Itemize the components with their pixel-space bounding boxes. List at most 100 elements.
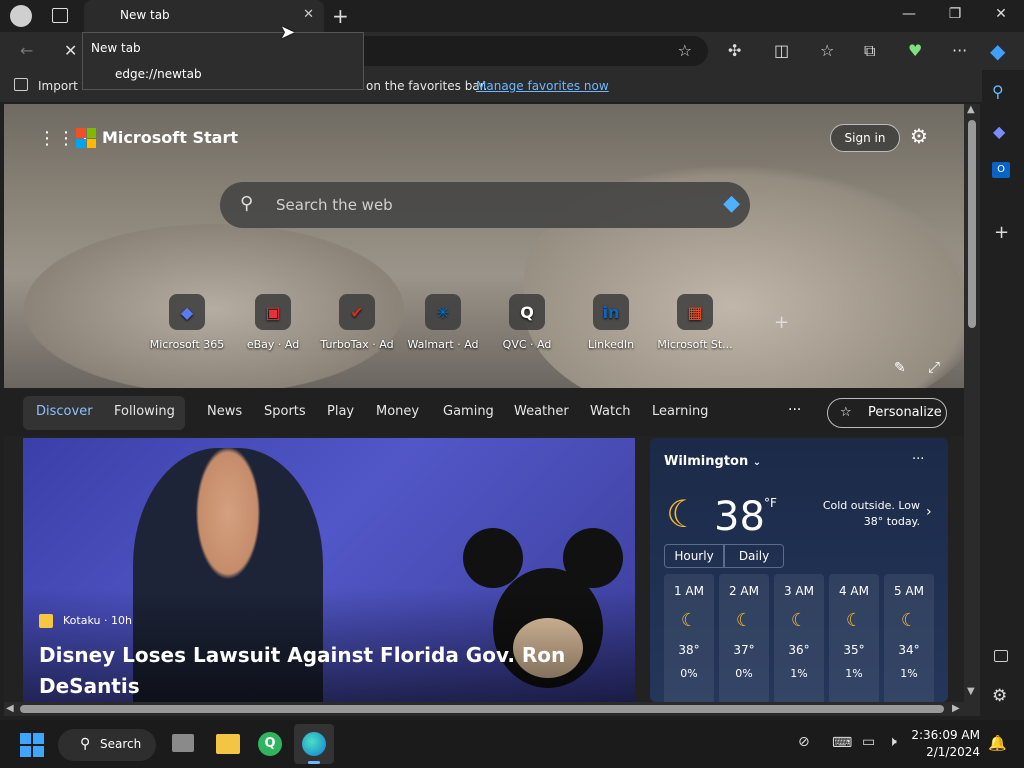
- vertical-scrollbar[interactable]: ▲ ▼: [964, 104, 980, 702]
- quick-link-label: Microsoft St...: [657, 338, 733, 351]
- personalize-label: Personalize: [868, 405, 942, 420]
- taskbar-search-button[interactable]: ⚲ Search: [58, 729, 156, 761]
- keyboard-icon[interactable]: ⌨: [832, 735, 852, 751]
- quick-link-tile[interactable]: ▣ eBay · Ad: [230, 294, 316, 351]
- tab-hover-tooltip: New tab edge://newtab: [82, 32, 364, 90]
- weather-next-icon[interactable]: ›: [926, 504, 932, 520]
- personalize-button[interactable]: ☆ Personalize: [827, 398, 947, 428]
- weather-hour-column[interactable]: 4 AM ☾ 35° 1%: [829, 574, 879, 702]
- sidebar-search-icon[interactable]: ⚲: [992, 82, 1004, 101]
- quick-link-tile[interactable]: ✔ TurboTax · Ad: [314, 294, 400, 351]
- sidebar-copilot-icon[interactable]: ◆: [993, 122, 1005, 141]
- import-favorites-icon[interactable]: [14, 78, 28, 91]
- quick-link-label: TurboTax · Ad: [320, 338, 394, 351]
- feed-tab-news[interactable]: News: [207, 404, 242, 419]
- web-search-box[interactable]: ⚲ Search the web ◆: [220, 182, 750, 228]
- volume-muted-icon[interactable]: 🕨: [888, 734, 897, 750]
- news-card[interactable]: Kotaku · 10h Disney Loses Lawsuit Agains…: [23, 438, 635, 702]
- quick-link-tile[interactable]: ◆ Microsoft 365: [144, 294, 230, 351]
- quick-link-icon: ▦: [677, 294, 713, 330]
- weather-hour-column[interactable]: 2 AM ☾ 37° 0%: [719, 574, 769, 702]
- tab-actions-icon[interactable]: [52, 8, 68, 23]
- hour-moon-icon: ☾: [845, 610, 863, 631]
- scroll-up-icon[interactable]: ▲: [967, 104, 975, 115]
- weather-tab-hourly[interactable]: Hourly: [664, 544, 724, 568]
- feed-tab-watch[interactable]: Watch: [590, 404, 630, 419]
- tab-close-icon[interactable]: ✕: [303, 7, 314, 22]
- page-settings-icon[interactable]: ⚙: [910, 124, 928, 148]
- sign-in-button[interactable]: Sign in: [830, 124, 900, 152]
- file-explorer-icon[interactable]: [216, 734, 240, 754]
- search-icon: ⚲: [240, 193, 254, 214]
- edge-taskbar-icon[interactable]: [294, 724, 334, 764]
- feed-tab-discover[interactable]: Discover: [36, 404, 93, 419]
- clock-date[interactable]: 2/1/2024: [908, 745, 980, 759]
- more-feeds-icon[interactable]: ···: [788, 402, 801, 418]
- sidebar-panel-icon[interactable]: [994, 650, 1008, 662]
- network-off-icon[interactable]: ⊘: [798, 734, 810, 750]
- copilot-icon[interactable]: ◆: [990, 39, 1005, 63]
- task-view-icon[interactable]: [172, 734, 194, 752]
- quick-link-icon: Q: [509, 294, 545, 330]
- sidebar-settings-icon[interactable]: ⚙: [992, 686, 1007, 706]
- clock-time[interactable]: 2:36:09 AM: [908, 728, 980, 742]
- favorite-star-icon[interactable]: ☆: [678, 41, 692, 60]
- news-headline[interactable]: Disney Loses Lawsuit Against Florida Gov…: [39, 640, 579, 702]
- start-button-icon[interactable]: [20, 733, 44, 757]
- new-tab-button[interactable]: +: [332, 4, 349, 28]
- display-icon[interactable]: ▭: [862, 734, 875, 750]
- weather-hour-column[interactable]: 1 AM ☾ 38° 0%: [664, 574, 714, 702]
- extensions-icon[interactable]: ✣: [728, 41, 741, 60]
- restore-button[interactable]: ❐: [940, 6, 970, 26]
- minimize-button[interactable]: —: [894, 6, 924, 26]
- feed-tab-following[interactable]: Following: [114, 404, 175, 419]
- weather-hour-column[interactable]: 3 AM ☾ 36° 1%: [774, 574, 824, 702]
- import-favorites-label[interactable]: Import f: [38, 79, 86, 93]
- app-q-icon[interactable]: Q: [258, 732, 282, 756]
- feed-tab-gaming[interactable]: Gaming: [443, 404, 494, 419]
- brand-title[interactable]: Microsoft Start: [102, 128, 238, 147]
- horizontal-scrollbar[interactable]: ◀ ▶: [4, 702, 980, 716]
- weather-more-icon[interactable]: ···: [912, 452, 924, 467]
- back-icon[interactable]: ←: [20, 41, 33, 60]
- feed-tab-weather[interactable]: Weather: [514, 404, 569, 419]
- feed-tab-learning[interactable]: Learning: [652, 404, 708, 419]
- profile-avatar[interactable]: [10, 5, 32, 27]
- quick-link-tile[interactable]: ✳ Walmart · Ad: [400, 294, 486, 351]
- quick-link-tile[interactable]: in LinkedIn: [568, 294, 654, 351]
- quick-link-tile[interactable]: ▦ Microsoft St...: [652, 294, 738, 351]
- expand-icon[interactable]: ⤢: [928, 358, 940, 376]
- quick-link-icon: in: [593, 294, 629, 330]
- scroll-down-icon[interactable]: ▼: [967, 686, 975, 697]
- collections-icon[interactable]: ⧉: [864, 41, 875, 61]
- edit-background-icon[interactable]: ✎: [894, 360, 906, 376]
- sidebar-outlook-icon[interactable]: O: [992, 162, 1010, 178]
- moon-icon: ☾: [666, 492, 701, 536]
- add-shortcut-icon[interactable]: +: [774, 312, 789, 333]
- stop-loading-icon[interactable]: ✕: [64, 41, 77, 60]
- quick-link-tile[interactable]: Q QVC · Ad: [484, 294, 570, 351]
- manage-favorites-link[interactable]: Manage favorites now: [476, 79, 609, 93]
- weather-card[interactable]: Wilmington ⌄ ··· ☾ 38 °F Cold outside. L…: [650, 438, 948, 702]
- split-screen-icon[interactable]: ◫: [774, 41, 789, 60]
- feed-tab-sports[interactable]: Sports: [264, 404, 306, 419]
- windows-taskbar: ⚲ Search Q ⊘ ⌨ ▭ 🕨 2:36:09 AM 2/1/2024 🔔: [0, 720, 1024, 768]
- feed-tab-play[interactable]: Play: [327, 404, 354, 419]
- copilot-search-icon[interactable]: ◆: [723, 191, 740, 216]
- notifications-bell-icon[interactable]: 🔔: [988, 734, 1007, 752]
- close-window-button[interactable]: ✕: [986, 6, 1016, 26]
- weather-tab-daily[interactable]: Daily: [724, 544, 784, 568]
- horizontal-scroll-thumb[interactable]: [20, 705, 944, 713]
- sidebar-add-icon[interactable]: +: [994, 222, 1009, 243]
- microsoft-logo: [76, 128, 96, 148]
- favorites-icon[interactable]: ☆: [820, 41, 834, 60]
- weather-location[interactable]: Wilmington ⌄: [664, 454, 761, 469]
- quick-link-icon: ▣: [255, 294, 291, 330]
- scroll-left-icon[interactable]: ◀: [6, 703, 14, 714]
- weather-hour-column[interactable]: 5 AM ☾ 34° 1%: [884, 574, 934, 702]
- scroll-right-icon[interactable]: ▶: [952, 703, 960, 714]
- vertical-scroll-thumb[interactable]: [968, 120, 976, 328]
- performance-icon[interactable]: ♥: [908, 41, 922, 60]
- feed-tab-money[interactable]: Money: [376, 404, 419, 419]
- more-menu-icon[interactable]: ···: [952, 41, 967, 60]
